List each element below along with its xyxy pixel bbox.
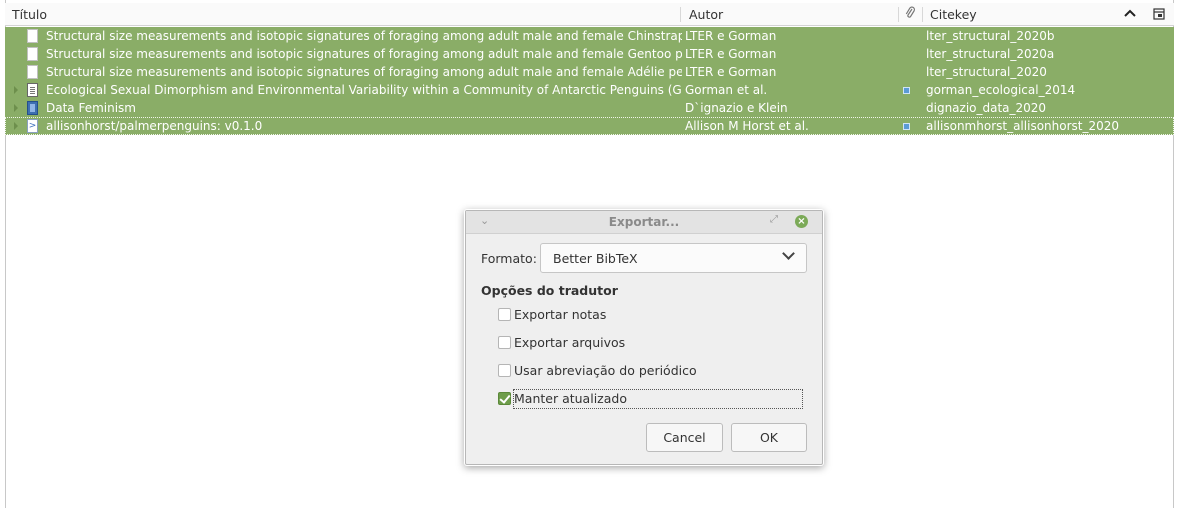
webpage-icon [27, 65, 38, 79]
restore-icon[interactable]: ⤢ [770, 214, 778, 225]
row-author: LTER e Gorman [685, 47, 777, 61]
table-row[interactable]: Structural size measurements and isotopi… [5, 45, 1174, 63]
export-files-checkbox[interactable] [498, 336, 511, 349]
table-row[interactable]: > allisonhorst/palmerpenguins: v0.1.0 Al… [5, 117, 1174, 135]
row-citekey: allisonmhorst_allisonhorst_2020 [926, 119, 1120, 133]
row-author: LTER e Gorman [685, 65, 777, 79]
column-separator[interactable] [680, 7, 681, 22]
attachment-icon[interactable] [903, 87, 910, 94]
export-files-label[interactable]: Exportar arquivos [514, 335, 625, 350]
row-title: Structural size measurements and isotopi… [46, 65, 682, 79]
row-title: Structural size measurements and isotopi… [46, 29, 682, 43]
dialog-title: Exportar... [608, 215, 680, 229]
attachment-icon[interactable] [903, 123, 910, 130]
row-author: Gorman et al. [685, 83, 768, 97]
row-citekey: gorman_ecological_2014 [926, 83, 1076, 97]
format-label: Formato: [481, 251, 537, 266]
column-picker-icon[interactable] [1153, 8, 1165, 23]
expand-twisty-icon[interactable] [14, 122, 18, 130]
row-author: Allison M Horst et al. [685, 119, 809, 133]
paperclip-icon[interactable] [904, 6, 916, 23]
webpage-icon [27, 47, 38, 61]
row-author: D`ignazio e Klein [685, 101, 788, 115]
row-title: Data Feminism [46, 101, 136, 115]
cancel-button[interactable]: Cancel [646, 423, 723, 452]
column-header-citekey[interactable]: Citekey [930, 7, 977, 22]
keep-updated-checkbox[interactable] [498, 392, 511, 405]
row-title: Ecological Sexual Dimorphism and Environ… [46, 83, 682, 97]
row-title: Structural size measurements and isotopi… [46, 47, 682, 61]
items-list: Structural size measurements and isotopi… [5, 27, 1174, 135]
items-table-header: Título Autor Citekey [5, 3, 1174, 26]
journal-abbreviation-checkbox[interactable] [498, 364, 511, 377]
software-icon: > [27, 119, 38, 133]
keep-updated-label[interactable]: Manter atualizado [514, 391, 627, 406]
dialog-titlebar[interactable]: ⌄ Exportar... ⤢ × [466, 211, 822, 234]
table-row[interactable]: Data Feminism D`ignazio e Klein dignazio… [5, 99, 1174, 117]
expand-twisty-icon[interactable] [14, 104, 18, 112]
journal-article-icon [27, 83, 38, 97]
format-select-value: Better BibTeX [553, 251, 638, 266]
table-row[interactable]: Structural size measurements and isotopi… [5, 27, 1174, 45]
table-row[interactable]: Structural size measurements and isotopi… [5, 63, 1174, 81]
row-citekey: lter_structural_2020b [926, 29, 1055, 43]
row-citekey: lter_structural_2020 [926, 65, 1047, 79]
column-separator[interactable] [922, 7, 923, 22]
translator-options-heading: Opções do tradutor [481, 283, 618, 298]
table-row[interactable]: Ecological Sexual Dimorphism and Environ… [5, 81, 1174, 99]
row-title: allisonhorst/palmerpenguins: v0.1.0 [46, 119, 263, 133]
row-citekey: dignazio_data_2020 [926, 101, 1047, 115]
format-select[interactable]: Better BibTeX [540, 243, 807, 273]
ok-button[interactable]: OK [731, 423, 807, 452]
export-dialog: ⌄ Exportar... ⤢ × Formato: Better BibTeX… [465, 210, 823, 465]
column-header-author[interactable]: Autor [689, 7, 723, 22]
webpage-icon [27, 29, 38, 43]
book-icon [27, 101, 38, 115]
chevron-down-icon [782, 247, 795, 260]
export-notes-checkbox[interactable] [498, 308, 511, 321]
row-author: LTER e Gorman [685, 29, 777, 43]
expand-twisty-icon[interactable] [14, 86, 18, 94]
sort-ascending-icon[interactable] [1123, 7, 1137, 22]
column-header-title[interactable]: Título [12, 7, 47, 22]
journal-abbreviation-label[interactable]: Usar abreviação do periódico [514, 363, 697, 378]
close-icon[interactable]: × [795, 215, 808, 228]
row-citekey: lter_structural_2020a [926, 47, 1055, 61]
export-notes-label[interactable]: Exportar notas [514, 307, 606, 322]
column-separator[interactable] [898, 7, 899, 22]
